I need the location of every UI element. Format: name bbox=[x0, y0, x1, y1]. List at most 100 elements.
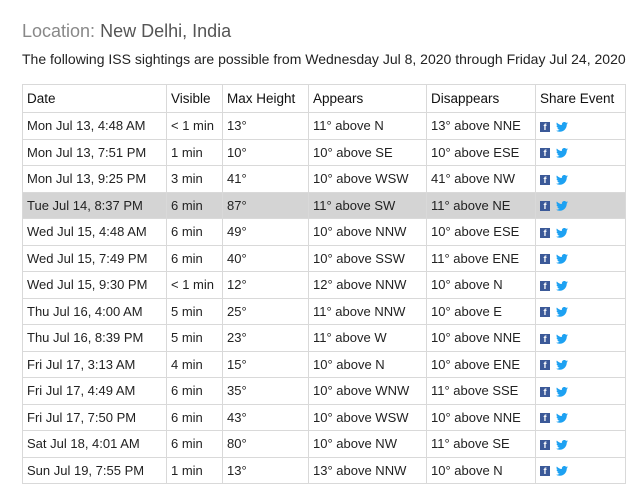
twitter-icon[interactable] bbox=[556, 254, 568, 265]
cell-date: Wed Jul 15, 4:48 AM bbox=[22, 218, 167, 246]
cell-disappears: 11° above NE bbox=[426, 191, 536, 219]
facebook-icon[interactable]: f bbox=[540, 439, 550, 450]
share-icons: f bbox=[540, 174, 568, 185]
cell-appears: 10° above SSW bbox=[308, 244, 427, 272]
cell-appears: 11° above N bbox=[308, 112, 427, 140]
iss-sightings-page: Location: New Delhi, India The following… bbox=[0, 0, 635, 491]
cell-share-event: f bbox=[535, 138, 626, 166]
twitter-icon[interactable] bbox=[556, 333, 568, 344]
table-row: Sun Jul 19, 7:55 PM 1 min 13° 13° above NNW… bbox=[22, 456, 626, 484]
twitter-icon[interactable] bbox=[556, 360, 568, 371]
cell-date: Mon Jul 13, 9:25 PM bbox=[22, 165, 167, 193]
facebook-icon[interactable]: f bbox=[540, 466, 550, 477]
cell-visible: < 1 min bbox=[166, 271, 223, 299]
cell-date: Wed Jul 15, 9:30 PM bbox=[22, 271, 167, 299]
twitter-icon[interactable] bbox=[556, 439, 568, 450]
cell-date: Sun Jul 19, 7:55 PM bbox=[22, 456, 167, 484]
facebook-icon[interactable]: f bbox=[540, 148, 550, 159]
facebook-icon[interactable]: f bbox=[540, 307, 550, 318]
twitter-icon[interactable] bbox=[556, 466, 568, 477]
facebook-icon[interactable]: f bbox=[540, 360, 550, 371]
cell-appears: 11° above NNW bbox=[308, 297, 427, 325]
location-label: Location: bbox=[22, 21, 96, 41]
table-row: Mon Jul 13, 9:25 PM 3 min 41° 10° above WSW… bbox=[22, 165, 626, 193]
twitter-icon[interactable] bbox=[556, 386, 568, 397]
cell-share-event: f bbox=[535, 244, 626, 272]
cell-disappears: 11° above SSE bbox=[426, 377, 536, 405]
header-date: Date bbox=[22, 84, 167, 113]
share-icons: f bbox=[540, 201, 568, 212]
table-row: Sat Jul 18, 4:01 AM 6 min 80° 10° above NW 1… bbox=[22, 430, 626, 458]
share-icons: f bbox=[540, 439, 568, 450]
cell-visible: < 1 min bbox=[166, 112, 223, 140]
cell-max-height: 10° bbox=[222, 138, 309, 166]
cell-disappears: 10° above N bbox=[426, 271, 536, 299]
cell-max-height: 49° bbox=[222, 218, 309, 246]
facebook-icon[interactable]: f bbox=[540, 254, 550, 265]
facebook-icon[interactable]: f bbox=[540, 280, 550, 291]
cell-visible: 6 min bbox=[166, 218, 223, 246]
cell-appears: 13° above NNW bbox=[308, 456, 427, 484]
cell-disappears: 10° above NNE bbox=[426, 324, 536, 352]
table-row: Thu Jul 16, 4:00 AM 5 min 25° 11° above NNW… bbox=[22, 297, 626, 325]
cell-share-event: f bbox=[535, 218, 626, 246]
cell-max-height: 13° bbox=[222, 456, 309, 484]
share-icons: f bbox=[540, 360, 568, 371]
cell-max-height: 23° bbox=[222, 324, 309, 352]
header-visible: Visible bbox=[166, 84, 223, 113]
facebook-icon[interactable]: f bbox=[540, 174, 550, 185]
twitter-icon[interactable] bbox=[556, 201, 568, 212]
sightings-subtitle: The following ISS sightings are possible… bbox=[22, 51, 626, 67]
cell-disappears: 10° above ESE bbox=[426, 138, 536, 166]
cell-disappears: 11° above ENE bbox=[426, 244, 536, 272]
twitter-icon[interactable] bbox=[556, 307, 568, 318]
cell-appears: 12° above NNW bbox=[308, 271, 427, 299]
facebook-icon[interactable]: f bbox=[540, 121, 550, 132]
cell-appears: 10° above WSW bbox=[308, 165, 427, 193]
twitter-icon[interactable] bbox=[556, 174, 568, 185]
cell-share-event: f bbox=[535, 403, 626, 431]
twitter-icon[interactable] bbox=[556, 227, 568, 238]
twitter-icon[interactable] bbox=[556, 148, 568, 159]
cell-share-event: f bbox=[535, 430, 626, 458]
cell-visible: 4 min bbox=[166, 350, 223, 378]
cell-max-height: 41° bbox=[222, 165, 309, 193]
cell-share-event: f bbox=[535, 324, 626, 352]
table-row: Wed Jul 15, 4:48 AM 6 min 49° 10° above NNW… bbox=[22, 218, 626, 246]
table-row: Mon Jul 13, 7:51 PM 1 min 10° 10° above SE 1… bbox=[22, 138, 626, 166]
table-row: Fri Jul 17, 7:50 PM 6 min 43° 10° above WSW… bbox=[22, 403, 626, 431]
table-row: Wed Jul 15, 7:49 PM 6 min 40° 10° above SSW… bbox=[22, 244, 626, 272]
cell-share-event: f bbox=[535, 297, 626, 325]
share-icons: f bbox=[540, 227, 568, 238]
cell-disappears: 10° above ESE bbox=[426, 218, 536, 246]
cell-date: Tue Jul 14, 8:37 PM bbox=[22, 191, 167, 219]
facebook-icon[interactable]: f bbox=[540, 201, 550, 212]
cell-date: Sat Jul 18, 4:01 AM bbox=[22, 430, 167, 458]
table-row: Fri Jul 17, 3:13 AM 4 min 15° 10° above N 10… bbox=[22, 350, 626, 378]
cell-max-height: 35° bbox=[222, 377, 309, 405]
cell-date: Mon Jul 13, 7:51 PM bbox=[22, 138, 167, 166]
facebook-icon[interactable]: f bbox=[540, 386, 550, 397]
twitter-icon[interactable] bbox=[556, 121, 568, 132]
cell-disappears: 10° above E bbox=[426, 297, 536, 325]
share-icons: f bbox=[540, 333, 568, 344]
twitter-icon[interactable] bbox=[556, 280, 568, 291]
cell-max-height: 87° bbox=[222, 191, 309, 219]
facebook-icon[interactable]: f bbox=[540, 227, 550, 238]
facebook-icon[interactable]: f bbox=[540, 333, 550, 344]
twitter-icon[interactable] bbox=[556, 413, 568, 424]
cell-max-height: 12° bbox=[222, 271, 309, 299]
share-icons: f bbox=[540, 254, 568, 265]
facebook-icon[interactable]: f bbox=[540, 413, 550, 424]
cell-max-height: 25° bbox=[222, 297, 309, 325]
cell-share-event: f bbox=[535, 112, 626, 140]
cell-visible: 6 min bbox=[166, 377, 223, 405]
cell-share-event: f bbox=[535, 456, 626, 484]
cell-date: Fri Jul 17, 3:13 AM bbox=[22, 350, 167, 378]
table-row: Fri Jul 17, 4:49 AM 6 min 35° 10° above WNW… bbox=[22, 377, 626, 405]
cell-appears: 10° above WNW bbox=[308, 377, 427, 405]
table-row: Wed Jul 15, 9:30 PM < 1 min 12° 12° above N… bbox=[22, 271, 626, 299]
cell-visible: 1 min bbox=[166, 138, 223, 166]
cell-max-height: 40° bbox=[222, 244, 309, 272]
cell-appears: 10° above N bbox=[308, 350, 427, 378]
